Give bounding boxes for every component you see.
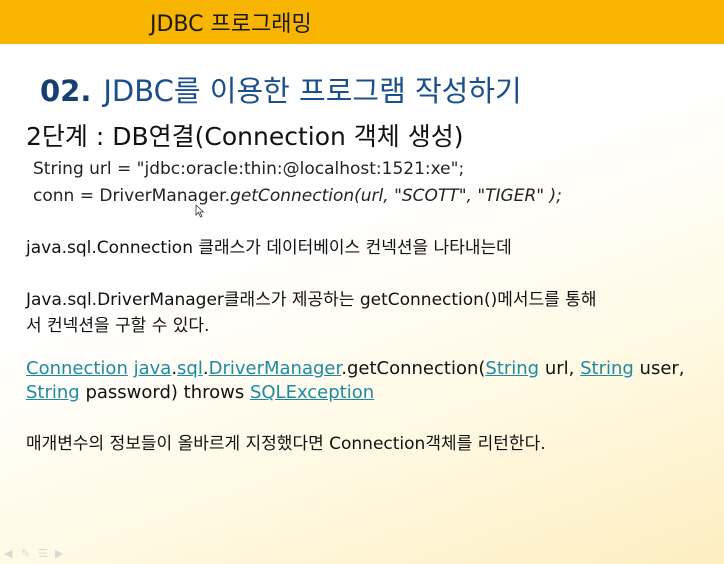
link-string-user[interactable]: String [580,358,634,379]
next-arrow-icon[interactable]: ▶ [55,548,66,559]
paragraph-drivermanager-line2: 서 컨넥션을 구할 수 있다. [26,316,210,336]
code-line-prefix: conn = DriverManager. [33,186,231,206]
param-password: password) throws [79,382,250,403]
link-java[interactable]: java [134,358,172,379]
link-connection[interactable]: Connection [26,358,128,379]
method-signature-line2: String password) throws SQLException [26,382,374,403]
prev-arrow-icon[interactable]: ◀ [4,548,15,559]
menu-icon[interactable]: ☰ [38,548,49,559]
slide-title-text: JDBC를 이용한 프로그램 작성하기 [103,74,522,108]
method-signature-line1: Connection java.sql.DriverManager.getCon… [26,358,685,379]
link-string-url[interactable]: String [485,358,539,379]
code-line-connection: conn = DriverManager.getConnection(url, … [33,186,562,206]
code-line-getconnection: getConnection(url, "SCOTT", "TIGER" ); [230,186,562,206]
paragraph-drivermanager-line1: Java.sql.DriverManager클래스가 제공하는 getConne… [26,290,597,310]
param-user: user, [633,358,685,379]
paragraph-return: 매개변수의 정보들이 올바르게 지정했다면 Connection객체를 리턴한다… [26,434,546,454]
link-string-password[interactable]: String [26,382,80,403]
param-url: url, [539,358,581,379]
mouse-cursor-icon [195,204,205,218]
header-bar: JDBC 프로그래밍 [0,0,724,44]
slide-number: 02. [40,74,92,108]
slide-nav-controls: ◀ ✎ ☰ ▶ [4,548,66,559]
code-line-url: String url = "jdbc:oracle:thin:@localhos… [33,159,465,179]
method-name: .getConnection( [341,358,486,379]
link-drivermanager[interactable]: DriverManager [209,358,342,379]
link-sql[interactable]: sql [177,358,203,379]
link-sqlexception[interactable]: SQLException [250,382,374,403]
header-title: JDBC 프로그래밍 [150,12,312,37]
slide-title: 02. JDBC를 이용한 프로그램 작성하기 [40,68,522,110]
pen-icon[interactable]: ✎ [21,548,32,559]
paragraph-connection-class: java.sql.Connection 클래스가 데이터베이스 컨넥션을 나타내… [26,238,512,258]
step-title: 2단계 : DB연결(Connection 객체 생성) [26,122,464,151]
